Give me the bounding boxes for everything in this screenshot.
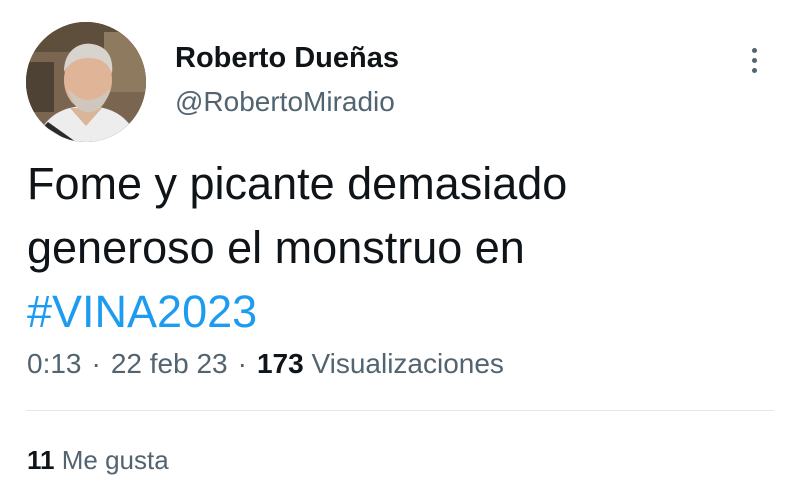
more-vertical-icon-dot bbox=[751, 67, 757, 73]
tweet-text-line: Fome y picante demasiado bbox=[27, 158, 568, 209]
tweet-text-line: generoso el monstruo en bbox=[27, 222, 525, 273]
author-display-name[interactable]: Roberto Dueñas bbox=[175, 40, 399, 76]
likes-link[interactable]: 11 Me gusta bbox=[27, 442, 169, 478]
avatar[interactable] bbox=[26, 22, 146, 142]
likes-count: 11 bbox=[27, 445, 55, 475]
hashtag-link[interactable]: #VINA2023 bbox=[27, 280, 767, 344]
views-count: 173 bbox=[256, 348, 304, 379]
tweet-card: Roberto Dueñas @RobertoMiradio Fome y pi… bbox=[0, 0, 800, 490]
more-options-button[interactable] bbox=[742, 40, 766, 80]
tweet-meta: 0:13 · 22 feb 23 · 173 Visualizaciones bbox=[27, 344, 504, 384]
tweet-header: Roberto Dueñas @RobertoMiradio bbox=[26, 22, 776, 142]
tweet-date[interactable]: 22 feb 23 bbox=[111, 348, 228, 379]
meta-separator: · bbox=[237, 348, 247, 379]
divider bbox=[26, 410, 774, 411]
likes-label: Me gusta bbox=[61, 445, 169, 475]
author-handle[interactable]: @RobertoMiradio bbox=[175, 84, 399, 120]
views-label: Visualizaciones bbox=[311, 348, 504, 379]
meta-separator: · bbox=[91, 348, 101, 379]
tweet-text: Fome y picante demasiado generoso el mon… bbox=[27, 152, 767, 344]
tweet-time[interactable]: 0:13 bbox=[27, 348, 82, 379]
author-info: Roberto Dueñas @RobertoMiradio bbox=[175, 40, 399, 120]
more-vertical-icon-dot bbox=[751, 57, 757, 63]
avatar-photo bbox=[26, 22, 146, 142]
more-vertical-icon bbox=[751, 47, 757, 53]
